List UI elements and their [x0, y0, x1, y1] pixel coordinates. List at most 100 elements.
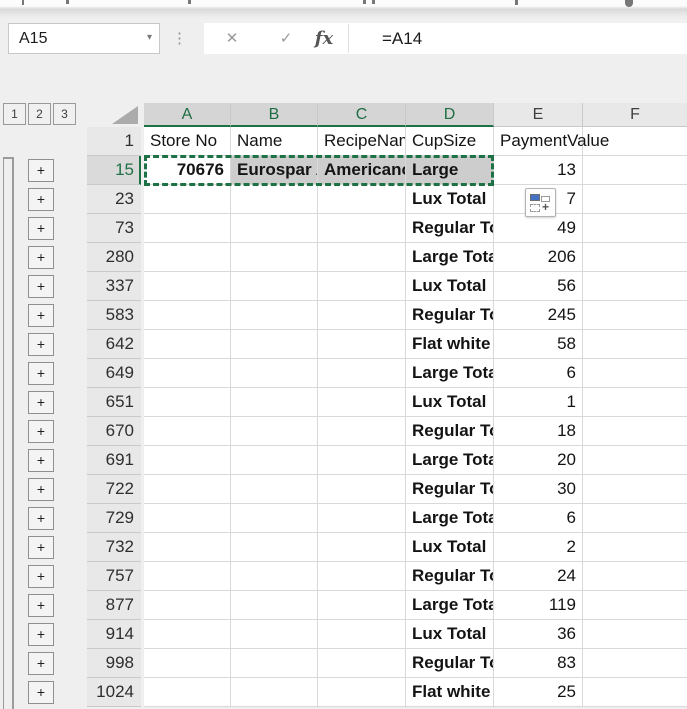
- cell-E757[interactable]: 24: [494, 562, 583, 591]
- cell-C280[interactable]: [318, 243, 406, 272]
- cell-B583[interactable]: [231, 301, 318, 330]
- cell-D877[interactable]: Large Tota: [406, 591, 494, 620]
- cell-D691[interactable]: Large Tota: [406, 446, 494, 475]
- cell-E15[interactable]: 13: [494, 156, 583, 185]
- expand-group-button-row-757[interactable]: +: [28, 565, 54, 588]
- cell-F280[interactable]: [583, 243, 687, 272]
- cell-B877[interactable]: [231, 591, 318, 620]
- expand-group-button-row-729[interactable]: +: [28, 507, 54, 530]
- cell-E73[interactable]: 49: [494, 214, 583, 243]
- cell-B732[interactable]: [231, 533, 318, 562]
- cell-B73[interactable]: [231, 214, 318, 243]
- expand-group-button-row-73[interactable]: +: [28, 217, 54, 240]
- cell-A729[interactable]: [144, 504, 231, 533]
- cell-A998[interactable]: [144, 649, 231, 678]
- cell-B757[interactable]: [231, 562, 318, 591]
- cell-C877[interactable]: [318, 591, 406, 620]
- cell-C757[interactable]: [318, 562, 406, 591]
- cell-E732[interactable]: 2: [494, 533, 583, 562]
- formula-bar-options-dots-icon[interactable]: ⋮: [172, 29, 187, 47]
- row-header-877[interactable]: 877: [87, 591, 141, 620]
- cell-C649[interactable]: [318, 359, 406, 388]
- cell-D642[interactable]: Flat white: [406, 330, 494, 359]
- row-header-998[interactable]: 998: [87, 649, 141, 678]
- row-header-651[interactable]: 651: [87, 388, 141, 417]
- cell-B15[interactable]: Eurospar A: [231, 156, 318, 185]
- cell-C914[interactable]: [318, 620, 406, 649]
- cell-F642[interactable]: [583, 330, 687, 359]
- expand-group-button-row-1024[interactable]: +: [28, 681, 54, 704]
- insert-function-icon[interactable]: fx: [304, 23, 344, 54]
- cell-A23[interactable]: [144, 185, 231, 214]
- cell-A722[interactable]: [144, 475, 231, 504]
- column-header-B[interactable]: B: [231, 103, 318, 127]
- expand-group-button-row-280[interactable]: +: [28, 246, 54, 269]
- cell-C1[interactable]: RecipeNam: [318, 127, 406, 156]
- cell-E1[interactable]: PaymentValue: [494, 127, 609, 156]
- cell-A732[interactable]: [144, 533, 231, 562]
- cell-D280[interactable]: Large Tota: [406, 243, 494, 272]
- cell-B729[interactable]: [231, 504, 318, 533]
- cell-F757[interactable]: [583, 562, 687, 591]
- cell-D729[interactable]: Large Tota: [406, 504, 494, 533]
- row-header-1[interactable]: 1: [87, 127, 141, 156]
- cell-C1024[interactable]: [318, 678, 406, 707]
- cell-A1[interactable]: Store No: [144, 127, 231, 156]
- cell-C73[interactable]: [318, 214, 406, 243]
- column-header-E[interactable]: E: [494, 103, 583, 127]
- cell-F337[interactable]: [583, 272, 687, 301]
- cell-B649[interactable]: [231, 359, 318, 388]
- cell-A914[interactable]: [144, 620, 231, 649]
- cell-F670[interactable]: [583, 417, 687, 446]
- cell-F732[interactable]: [583, 533, 687, 562]
- select-all-corner[interactable]: [87, 103, 141, 127]
- outline-level-2-button[interactable]: 2: [28, 103, 51, 125]
- cell-F583[interactable]: [583, 301, 687, 330]
- cell-B914[interactable]: [231, 620, 318, 649]
- cell-C729[interactable]: [318, 504, 406, 533]
- cell-B651[interactable]: [231, 388, 318, 417]
- cell-D649[interactable]: Large Tota: [406, 359, 494, 388]
- paste-options-button[interactable]: +: [525, 188, 556, 217]
- cell-B670[interactable]: [231, 417, 318, 446]
- outline-level-3-button[interactable]: 3: [53, 103, 76, 125]
- cell-C15[interactable]: Americano: [318, 156, 406, 185]
- cell-F649[interactable]: [583, 359, 687, 388]
- cell-D73[interactable]: Regular To: [406, 214, 494, 243]
- cell-C23[interactable]: [318, 185, 406, 214]
- cell-F998[interactable]: [583, 649, 687, 678]
- cell-D583[interactable]: Regular To: [406, 301, 494, 330]
- outline-level-1-button[interactable]: 1: [3, 103, 26, 125]
- cancel-icon[interactable]: ✕: [212, 23, 252, 54]
- cell-E691[interactable]: 20: [494, 446, 583, 475]
- cell-C337[interactable]: [318, 272, 406, 301]
- cell-F729[interactable]: [583, 504, 687, 533]
- cell-C642[interactable]: [318, 330, 406, 359]
- expand-group-button-row-722[interactable]: +: [28, 478, 54, 501]
- row-header-670[interactable]: 670: [87, 417, 141, 446]
- expand-group-button-row-732[interactable]: +: [28, 536, 54, 559]
- cell-F15[interactable]: [583, 156, 687, 185]
- cell-E280[interactable]: 206: [494, 243, 583, 272]
- row-header-337[interactable]: 337: [87, 272, 141, 301]
- expand-group-button-row-914[interactable]: +: [28, 623, 54, 646]
- cell-E649[interactable]: 6: [494, 359, 583, 388]
- cell-B23[interactable]: [231, 185, 318, 214]
- cell-A280[interactable]: [144, 243, 231, 272]
- cell-C583[interactable]: [318, 301, 406, 330]
- cell-A337[interactable]: [144, 272, 231, 301]
- expand-group-button-row-583[interactable]: +: [28, 304, 54, 327]
- cell-A73[interactable]: [144, 214, 231, 243]
- cell-D23[interactable]: Lux Total: [406, 185, 494, 214]
- row-header-583[interactable]: 583: [87, 301, 141, 330]
- cell-F651[interactable]: [583, 388, 687, 417]
- cell-D1024[interactable]: Flat white: [406, 678, 494, 707]
- cell-E642[interactable]: 58: [494, 330, 583, 359]
- cell-B998[interactable]: [231, 649, 318, 678]
- cell-B1024[interactable]: [231, 678, 318, 707]
- cell-C722[interactable]: [318, 475, 406, 504]
- cell-B1[interactable]: Name: [231, 127, 318, 156]
- cell-D914[interactable]: Lux Total: [406, 620, 494, 649]
- cell-E651[interactable]: 1: [494, 388, 583, 417]
- cell-A651[interactable]: [144, 388, 231, 417]
